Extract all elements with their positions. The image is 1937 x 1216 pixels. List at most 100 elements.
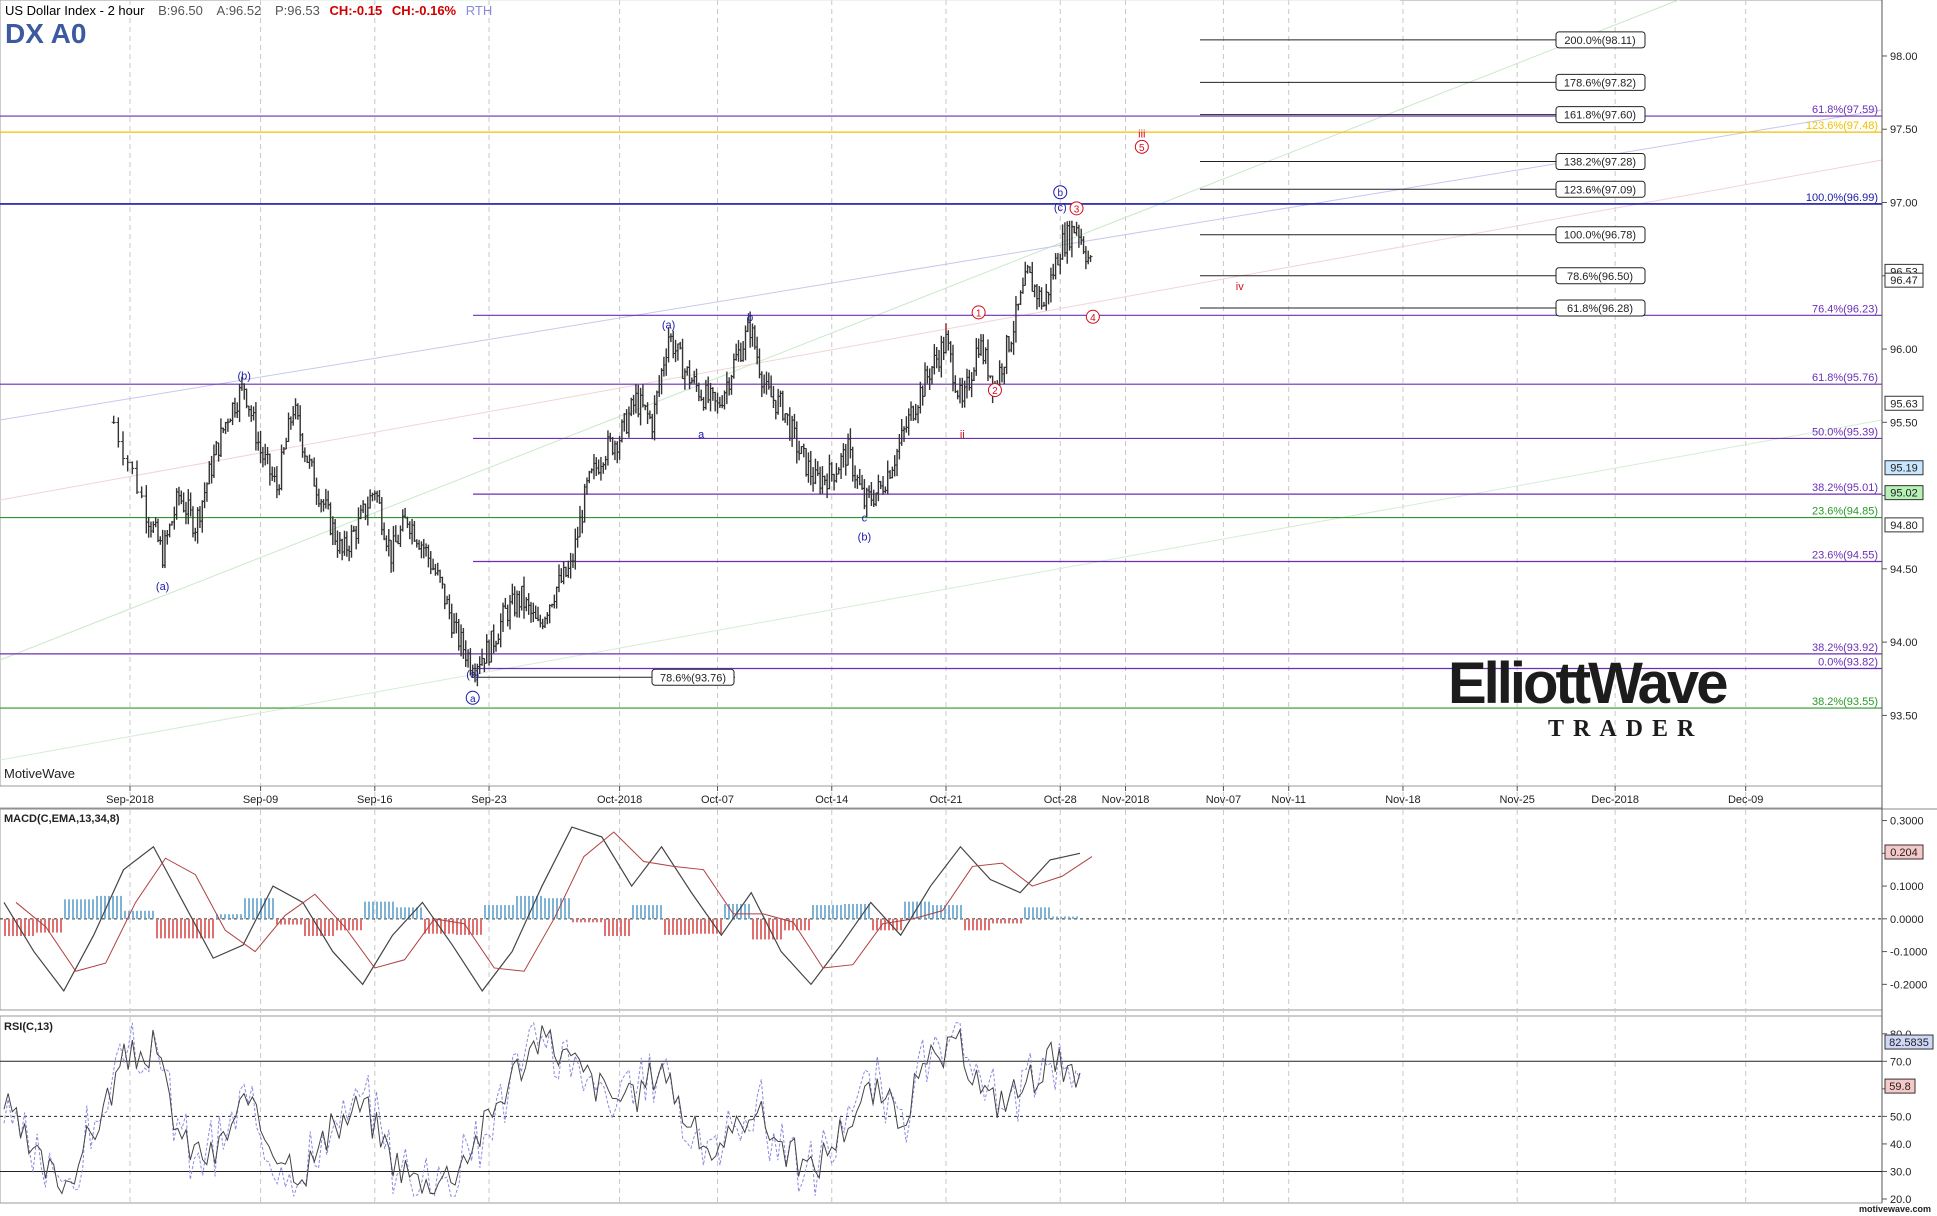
macd-hist-bar: [368, 901, 370, 919]
macd-hist-bar: [60, 918, 62, 933]
extension-label: 161.8%(97.60): [1564, 110, 1636, 122]
macd-hist-bar: [756, 918, 758, 940]
wave-label: 4: [1090, 313, 1096, 324]
macd-hist-bar: [176, 918, 178, 939]
x-tick-label: Oct-28: [1044, 794, 1077, 806]
wave-label: 1: [976, 308, 982, 319]
macd-hist-bar: [608, 918, 610, 937]
macd-hist-bar: [348, 918, 350, 931]
vendor-label: MotiveWave: [4, 766, 76, 781]
macd-hist-bar: [484, 905, 486, 919]
macd-hist-bar: [940, 905, 942, 919]
macd-hist-bar: [140, 910, 142, 919]
macd-hist-bar: [1072, 916, 1074, 919]
macd-hist-bar: [232, 914, 234, 919]
macd-hist-bar: [680, 918, 682, 935]
macd-hist-bar: [136, 910, 138, 919]
macd-hist-bar: [984, 918, 986, 931]
macd-hist-bar: [976, 918, 978, 931]
macd-hist-bar: [612, 918, 614, 937]
macd-hist-bar: [924, 901, 926, 919]
macd-hist-bar: [596, 918, 598, 923]
extension-label: 138.2%(97.28): [1564, 156, 1636, 168]
macd-hist-bar: [564, 898, 566, 919]
macd-hist-bar: [592, 918, 594, 923]
macd-hist-bar: [476, 918, 478, 935]
macd-hist-bar: [1020, 918, 1022, 924]
fib-level-label: 0.0%(93.82): [1818, 656, 1878, 668]
wave-label: 5: [1139, 143, 1145, 154]
session-badge[interactable]: RTH: [466, 3, 492, 18]
macd-hist-bar: [928, 901, 930, 919]
macd-hist-bar: [472, 918, 474, 935]
macd-hist-bar: [300, 918, 302, 925]
macd-hist-bar: [460, 918, 462, 935]
macd-hist-bar: [760, 918, 762, 940]
extension-label: 100.0%(96.78): [1564, 230, 1636, 242]
wave-label: 2: [992, 386, 998, 397]
extension-label: 200.0%(98.11): [1564, 35, 1635, 47]
y-tick-label: 94.50: [1890, 564, 1918, 576]
macd-hist-bar: [660, 905, 662, 919]
last-price: P:96.53: [274, 3, 320, 18]
site-label: motivewave.com: [1858, 1204, 1931, 1214]
macd-hist-bar: [388, 901, 390, 919]
price-tag-label: 95.19: [1890, 463, 1918, 475]
macd-hist-bar: [848, 903, 850, 919]
rsi-panel: [0, 1015, 1883, 1204]
macd-hist-bar: [360, 918, 362, 931]
macd-hist-bar: [1068, 916, 1070, 919]
macd-hist-bar: [304, 918, 306, 937]
y-tick-label: 93.50: [1890, 710, 1918, 722]
macd-hist-bar: [604, 918, 606, 937]
macd-hist-bar: [580, 918, 582, 923]
extension-label: 78.6%(96.50): [1567, 271, 1633, 283]
macd-hist-bar: [576, 918, 578, 923]
macd-hist-bar: [980, 918, 982, 931]
macd-hist-bar: [172, 918, 174, 939]
fib-level-label: 76.4%(96.23): [1812, 303, 1878, 315]
change-value: CH:-0.15: [329, 3, 383, 18]
macd-hist-bar: [212, 918, 214, 939]
macd-hist-bar: [1060, 916, 1062, 919]
macd-hist-bar: [1052, 916, 1054, 919]
macd-hist-bar: [84, 899, 86, 919]
y-tick-label: 97.50: [1890, 124, 1918, 136]
rsi-title: RSI(C,13): [4, 1021, 53, 1033]
macd-hist-bar: [376, 901, 378, 919]
macd-hist-bar: [512, 905, 514, 919]
macd-hist-bar: [816, 905, 818, 919]
macd-hist-bar: [324, 918, 326, 937]
macd-hist-bar: [992, 918, 994, 924]
macd-tick-label: 0.1000: [1890, 881, 1924, 893]
macd-hist-bar: [840, 905, 842, 919]
macd-hist-bar: [556, 898, 558, 919]
macd-hist-bar: [968, 918, 970, 931]
macd-hist-bar: [856, 903, 858, 919]
macd-hist-bar: [68, 899, 70, 919]
y-tick-label: 97.00: [1890, 198, 1918, 210]
rsi-tick-label: 40.0: [1890, 1139, 1911, 1151]
symbol-label: DX A0: [5, 18, 87, 49]
macd-hist-bar: [548, 898, 550, 919]
macd-hist-bar: [1048, 907, 1050, 919]
wave-label: (c): [1054, 202, 1067, 214]
bid-value: B:96.50: [158, 3, 203, 18]
macd-hist-bar: [364, 901, 366, 919]
fib-level-label: 61.8%(97.59): [1812, 104, 1878, 116]
macd-hist-bar: [752, 918, 754, 940]
macd-hist-bar: [144, 910, 146, 919]
y-tick-label: 98.00: [1890, 51, 1918, 63]
macd-hist-bar: [236, 914, 238, 919]
macd-tick-label: -0.2000: [1890, 979, 1927, 991]
rsi-value-label: 82.5835: [1889, 1037, 1929, 1049]
rsi-value-label: 59.8: [1889, 1081, 1910, 1093]
macd-hist-bar: [520, 895, 522, 919]
macd-hist-bar: [832, 905, 834, 919]
wave-label: i: [945, 322, 947, 334]
macd-hist-bar: [96, 895, 98, 919]
macd-hist-bar: [180, 918, 182, 939]
y-tick-label: 95.50: [1890, 417, 1918, 429]
macd-hist-bar: [500, 905, 502, 919]
macd-hist-bar: [820, 905, 822, 919]
